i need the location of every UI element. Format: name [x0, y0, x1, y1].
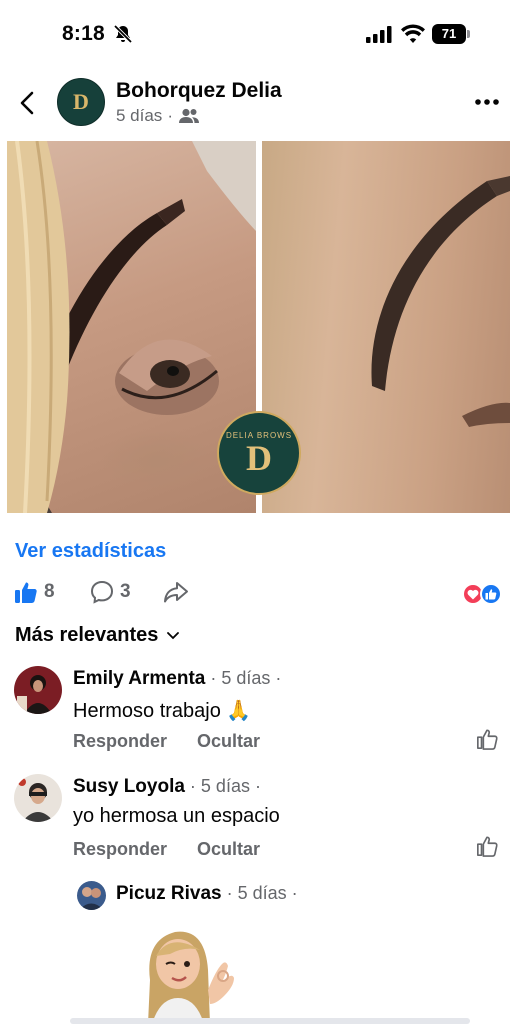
composer-bar [70, 1018, 470, 1024]
comment-like-icon[interactable] [476, 728, 498, 750]
comment-like-icon[interactable] [476, 835, 498, 857]
comment-count: 3 [120, 581, 131, 602]
hide-button[interactable]: Ocultar [197, 731, 260, 752]
reply-button[interactable]: Responder [73, 839, 167, 860]
bell-slash-icon [113, 24, 133, 44]
commenter-avatar[interactable] [14, 666, 62, 714]
view-stats-link[interactable]: Ver estadísticas [15, 540, 166, 563]
comment-time: · 5 días · [184, 776, 261, 796]
post-photo[interactable]: DELIA BROWS D [7, 141, 510, 513]
sort-label: Más relevantes [15, 624, 159, 646]
post-time: 5 días [116, 106, 163, 125]
commenter-avatar[interactable] [14, 774, 62, 822]
status-bar: 8:18 71 [0, 0, 516, 70]
reply-author-name[interactable]: Picuz Rivas [116, 883, 222, 904]
comment-time: · 5 días · [205, 668, 282, 688]
post-actions: 8 3 [0, 578, 516, 610]
comment-button[interactable]: 3 [90, 580, 131, 604]
avatar-sticker [148, 931, 234, 1024]
like-button[interactable]: 8 [14, 580, 55, 604]
comment-actions: Responder Ocultar [73, 731, 260, 752]
commenter-name[interactable]: Susy Loyola [73, 776, 185, 797]
share-button[interactable] [163, 580, 189, 609]
wifi-icon [401, 24, 425, 43]
comment-text: yo hermosa un espacio [73, 805, 280, 827]
brand-logo-letter: D [246, 437, 272, 478]
share-icon [164, 582, 188, 603]
reply-time: · 5 días · [221, 883, 298, 903]
avatar-logo-letter: D [73, 89, 89, 114]
reply-avatar[interactable] [77, 881, 106, 910]
author-name[interactable]: Bohorquez Delia [116, 79, 282, 103]
comment-header: Emily Armenta · 5 días · [73, 668, 281, 690]
post-header: D Bohorquez Delia 5 días · [0, 70, 516, 136]
comment-icon [90, 580, 114, 604]
more-icon[interactable] [474, 98, 500, 106]
comment-header: Susy Loyola · 5 días · [73, 776, 261, 798]
author-avatar[interactable]: D [57, 78, 105, 126]
reply-button[interactable]: Responder [73, 731, 167, 752]
battery-tip [467, 30, 470, 38]
reply-header: Picuz Rivas · 5 días · [116, 883, 298, 905]
commenter-name[interactable]: Emily Armenta [73, 668, 205, 689]
back-icon[interactable] [16, 90, 40, 116]
signal-icon [366, 26, 392, 43]
comment-text: Hermoso trabajo 🙏 [73, 700, 252, 722]
meta-separator: · [167, 106, 173, 125]
comment-sort-dropdown[interactable]: Más relevantes [15, 624, 180, 647]
battery-level: 71 [432, 24, 466, 44]
like-reaction-icon [480, 583, 502, 605]
chevron-down-icon [167, 631, 180, 639]
comment-actions: Responder Ocultar [73, 839, 260, 860]
friends-icon [178, 108, 199, 123]
status-time: 8:18 [62, 22, 105, 45]
like-icon [15, 582, 37, 603]
hide-button[interactable]: Ocultar [197, 839, 260, 860]
brand-logo: DELIA BROWS D [217, 411, 301, 495]
reactions-summary[interactable] [462, 583, 504, 605]
battery-indicator: 71 [432, 24, 470, 44]
post-meta: 5 días · [116, 106, 200, 126]
like-count: 8 [44, 581, 55, 602]
